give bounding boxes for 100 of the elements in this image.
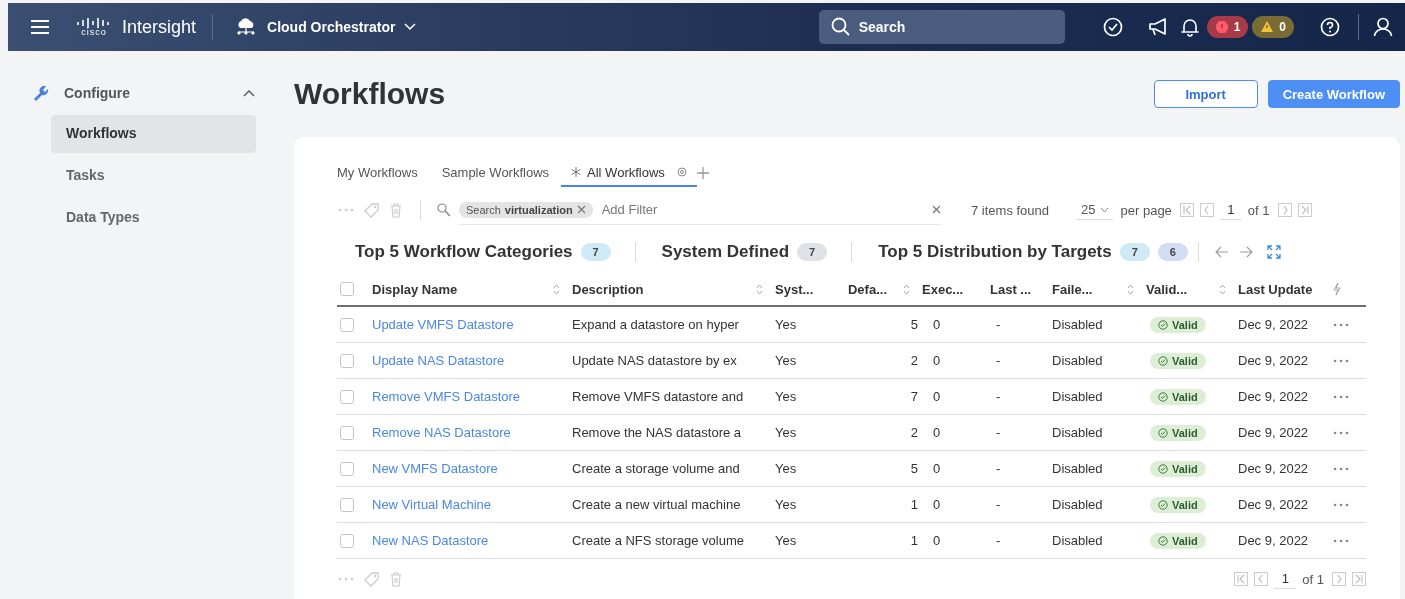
- user-icon[interactable]: [1373, 17, 1393, 37]
- menu-icon[interactable]: [30, 19, 50, 35]
- column-header[interactable]: Faile...: [1052, 281, 1146, 297]
- first-page-icon[interactable]: [1234, 572, 1249, 586]
- search-icon: [437, 203, 451, 217]
- column-header[interactable]: Syst...: [775, 281, 838, 297]
- page-number-field[interactable]: 1: [1274, 569, 1297, 589]
- workflow-link[interactable]: New Virtual Machine: [372, 497, 491, 512]
- workflow-link[interactable]: Remove VMFS Datastore: [372, 389, 521, 404]
- previous-page-icon[interactable]: [1199, 203, 1214, 217]
- table-cell-text: Dec 9, 2022: [1238, 317, 1310, 332]
- column-header[interactable]: Valid...: [1146, 281, 1238, 297]
- sort-icon[interactable]: [903, 283, 910, 295]
- workflow-link[interactable]: Update NAS Datastore: [372, 353, 505, 368]
- row-checkbox[interactable]: [340, 461, 354, 476]
- check-circle-icon: [1158, 391, 1168, 402]
- help-icon[interactable]: [1320, 17, 1340, 37]
- trash-icon[interactable]: [388, 570, 404, 588]
- column-settings-icon[interactable]: [1332, 282, 1342, 296]
- search-field[interactable]: Search: [818, 10, 1065, 44]
- page-count-text: of 1: [1302, 571, 1324, 587]
- arrow-left-icon[interactable]: [1214, 246, 1229, 258]
- check-circle-icon[interactable]: [1102, 17, 1123, 37]
- workflow-link[interactable]: Update VMFS Datastore: [372, 317, 514, 332]
- tab[interactable]: My Workflows: [337, 159, 430, 187]
- filter-chip[interactable]: Search virtualization: [459, 201, 593, 218]
- import-button[interactable]: Import: [1153, 80, 1258, 108]
- column-header[interactable]: Last ...: [990, 281, 1052, 297]
- megaphone-icon[interactable]: [1146, 17, 1169, 37]
- expand-icon[interactable]: [1266, 245, 1281, 259]
- critical-alert-badge[interactable]: 1: [1206, 16, 1249, 38]
- add-tab-icon[interactable]: [696, 167, 709, 179]
- summary-title: Top 5 Workflow Categories: [355, 242, 573, 262]
- tab[interactable]: All Workflows: [561, 159, 697, 187]
- table-cell-text: 2: [909, 353, 919, 368]
- column-header[interactable]: Last Update: [1238, 281, 1332, 297]
- row-checkbox[interactable]: [340, 533, 354, 548]
- table-cell-text: Dec 9, 2022: [1238, 389, 1310, 404]
- row-checkbox[interactable]: [340, 353, 354, 368]
- settings-icon[interactable]: [676, 167, 687, 177]
- table-cell-text: Yes: [775, 461, 798, 476]
- table-cell-text: -: [995, 389, 1002, 404]
- next-page-icon[interactable]: [1332, 572, 1346, 586]
- table-cell-text: 0: [932, 353, 942, 368]
- column-header[interactable]: Defa...: [838, 281, 922, 297]
- first-page-icon[interactable]: [1179, 203, 1194, 217]
- column-header[interactable]: Description: [572, 281, 775, 297]
- column-header[interactable]: Display Name: [372, 281, 572, 297]
- close-icon[interactable]: [576, 205, 586, 214]
- table-cell-text: Create a NFS storage volume: [572, 533, 745, 548]
- page-number-field[interactable]: 1: [1219, 200, 1242, 220]
- valid-badge: Valid: [1150, 460, 1206, 477]
- workflow-link[interactable]: Remove NAS Datastore: [372, 425, 511, 440]
- table-cell-text: -: [995, 461, 1002, 476]
- clear-icon[interactable]: [932, 205, 941, 214]
- sidebar-item[interactable]: Tasks: [51, 157, 256, 195]
- tab[interactable]: Sample Workflows: [429, 159, 562, 187]
- workflow-link[interactable]: New NAS Datastore: [372, 533, 489, 548]
- table-cell-text: Yes: [775, 353, 798, 368]
- table-cell-text: Yes: [775, 533, 798, 548]
- asterisk-icon: [571, 167, 582, 177]
- sidebar-item[interactable]: Data Types: [51, 199, 256, 237]
- previous-page-icon[interactable]: [1254, 572, 1269, 586]
- table-cell-text: Yes: [775, 497, 798, 512]
- table-cell-text: -: [995, 353, 1002, 368]
- bell-icon[interactable]: [1180, 17, 1199, 37]
- last-page-icon[interactable]: [1297, 203, 1312, 217]
- tag-icon[interactable]: [363, 570, 380, 588]
- app-switcher[interactable]: Cloud Orchestrator: [267, 19, 396, 35]
- last-page-icon[interactable]: [1352, 572, 1366, 586]
- row-checkbox[interactable]: [340, 317, 354, 332]
- table-cell-text: Disabled: [1052, 533, 1104, 548]
- sort-icon[interactable]: [553, 283, 560, 295]
- warning-alert-badge[interactable]: 0: [1252, 16, 1294, 38]
- column-header[interactable]: Exec...: [922, 281, 990, 297]
- sort-icon[interactable]: [756, 283, 763, 295]
- trash-icon[interactable]: [388, 201, 404, 219]
- valid-badge: Valid: [1150, 352, 1206, 369]
- chevron-up-icon[interactable]: [242, 88, 256, 98]
- row-checkbox[interactable]: [340, 425, 354, 440]
- section-title[interactable]: Configure: [64, 85, 242, 101]
- per-page-select[interactable]: 25: [1077, 200, 1113, 220]
- sidebar-item[interactable]: Workflows: [51, 115, 256, 153]
- check-circle-icon: [1158, 355, 1168, 366]
- check-circle-icon: [1158, 427, 1168, 438]
- row-checkbox[interactable]: [340, 497, 354, 512]
- workflow-link[interactable]: New VMFS Datastore: [372, 461, 498, 476]
- next-page-icon[interactable]: [1277, 203, 1292, 217]
- chevron-down-icon[interactable]: [403, 22, 418, 32]
- check-circle-icon: [1158, 463, 1168, 474]
- filter-field[interactable]: Search virtualization Add Filter: [459, 195, 941, 225]
- sort-icon[interactable]: [1219, 283, 1226, 295]
- row-checkbox[interactable]: [340, 389, 354, 404]
- page-count-text: of 1: [1247, 202, 1270, 218]
- check-circle-icon: [1158, 535, 1168, 546]
- arrow-right-icon[interactable]: [1238, 246, 1253, 258]
- select-all-checkbox[interactable]: [340, 282, 354, 296]
- tag-icon[interactable]: [363, 201, 380, 219]
- table-cell-text: Dec 9, 2022: [1238, 497, 1310, 512]
- sort-icon[interactable]: [1127, 283, 1134, 295]
